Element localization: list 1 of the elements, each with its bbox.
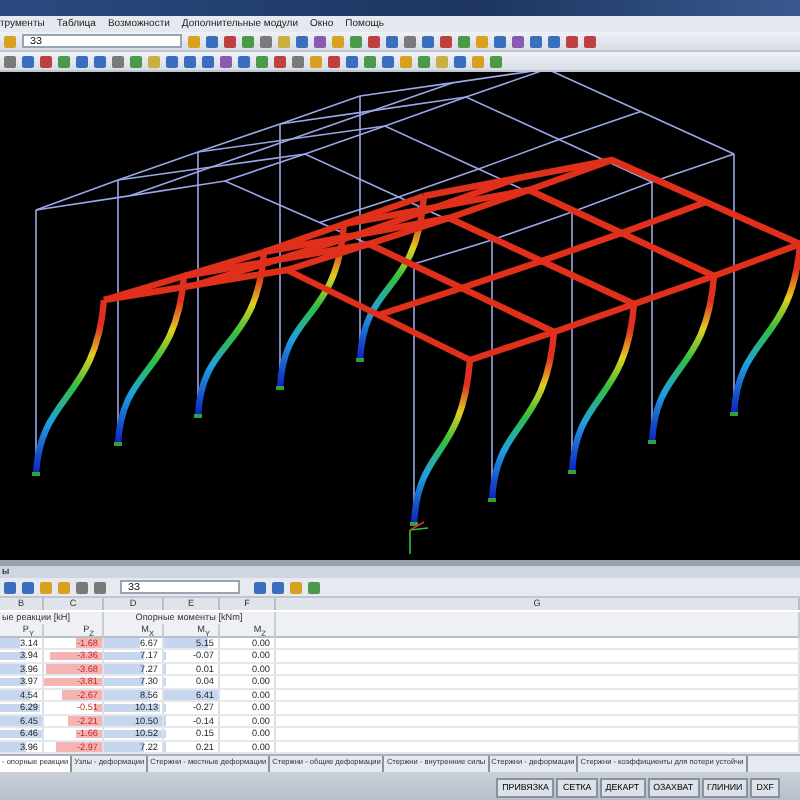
axis-icon bbox=[409, 521, 429, 555]
